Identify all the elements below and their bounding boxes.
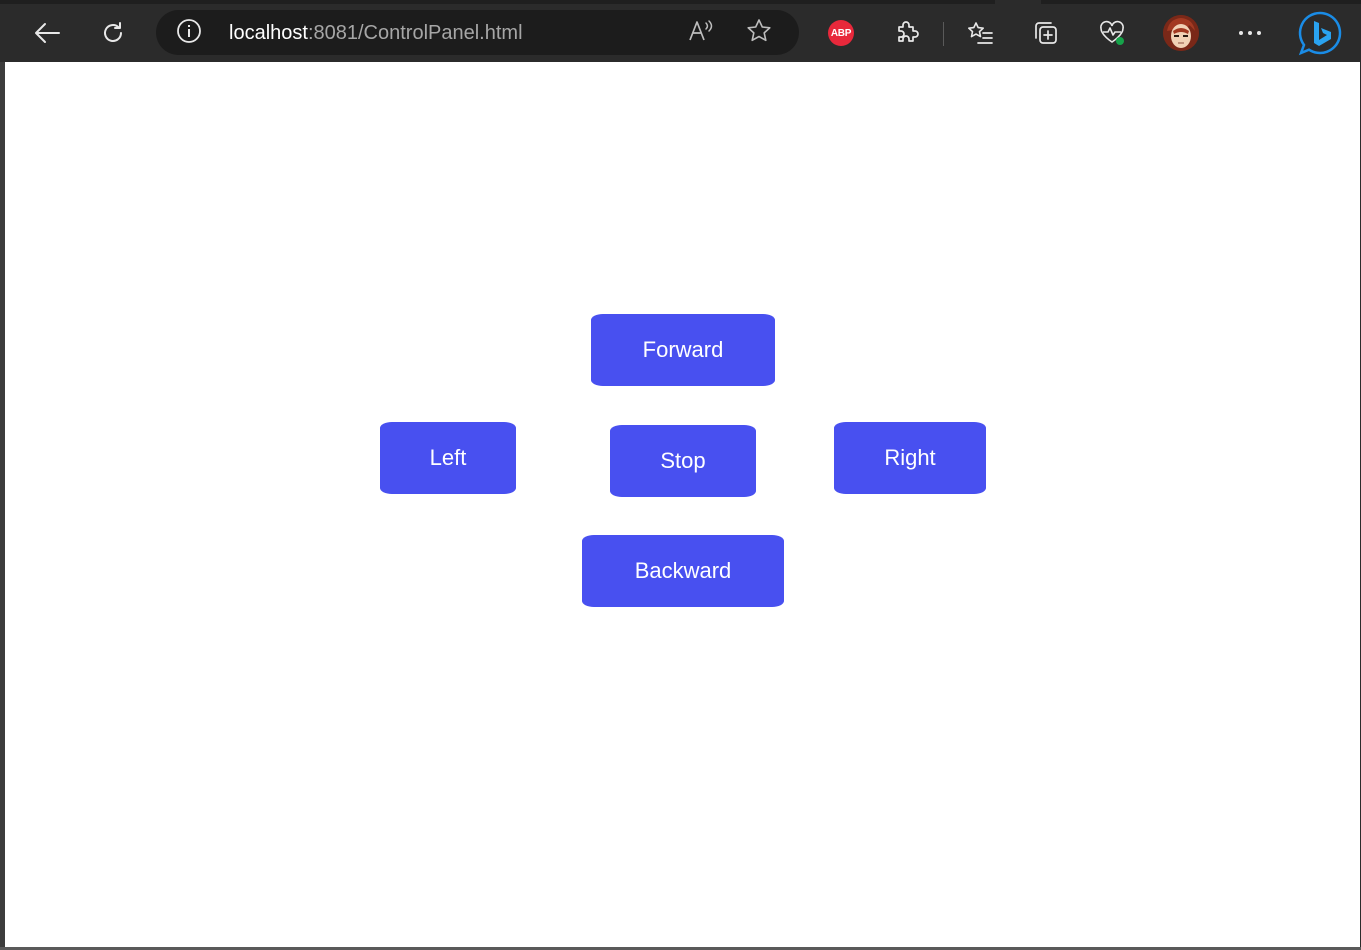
favorites-list-icon — [966, 20, 994, 46]
read-aloud-icon — [687, 19, 715, 48]
browser-essentials-button[interactable] — [1092, 14, 1132, 52]
star-icon — [746, 18, 772, 49]
info-icon — [176, 18, 202, 49]
collections-button[interactable] — [1026, 14, 1066, 52]
url-path: :8081/ControlPanel.html — [307, 22, 523, 44]
collections-icon — [1032, 19, 1060, 47]
extensions-puzzle-icon — [894, 20, 920, 46]
read-aloud-button[interactable] — [686, 19, 716, 48]
url-text[interactable]: localhost:8081/ControlPanel.html — [229, 21, 523, 45]
more-dots-icon — [1238, 29, 1262, 37]
address-bar[interactable]: localhost:8081/ControlPanel.html — [156, 10, 799, 55]
toolbar-divider — [943, 22, 944, 46]
site-info-button[interactable] — [176, 18, 202, 49]
forward-button[interactable]: Forward — [591, 314, 775, 386]
heartbeat-icon — [1098, 19, 1126, 47]
adblock-button[interactable]: ABP — [821, 14, 861, 52]
copilot-button[interactable] — [1296, 9, 1344, 57]
page-content: Forward Left Stop Right Backward — [5, 62, 1360, 948]
back-arrow-icon — [33, 22, 61, 44]
right-button[interactable]: Right — [834, 422, 986, 494]
bing-copilot-icon — [1297, 10, 1343, 56]
browser-window: localhost:8081/ControlPanel.html ABP For… — [0, 0, 1361, 950]
more-button[interactable] — [1230, 14, 1270, 52]
back-button[interactable] — [27, 14, 67, 52]
extensions-button[interactable] — [887, 14, 927, 52]
stop-button[interactable]: Stop — [610, 425, 756, 497]
favorite-button[interactable] — [744, 18, 774, 49]
left-button[interactable]: Left — [380, 422, 516, 494]
profile-avatar — [1163, 15, 1199, 51]
refresh-button[interactable] — [93, 14, 133, 52]
url-host: localhost — [229, 22, 308, 44]
browser-toolbar: localhost:8081/ControlPanel.html ABP — [5, 4, 1361, 62]
profile-button[interactable] — [1161, 14, 1201, 52]
adblock-plus-icon: ABP — [828, 20, 854, 46]
favorites-button[interactable] — [960, 14, 1000, 52]
refresh-icon — [100, 20, 126, 46]
backward-button[interactable]: Backward — [582, 535, 784, 607]
